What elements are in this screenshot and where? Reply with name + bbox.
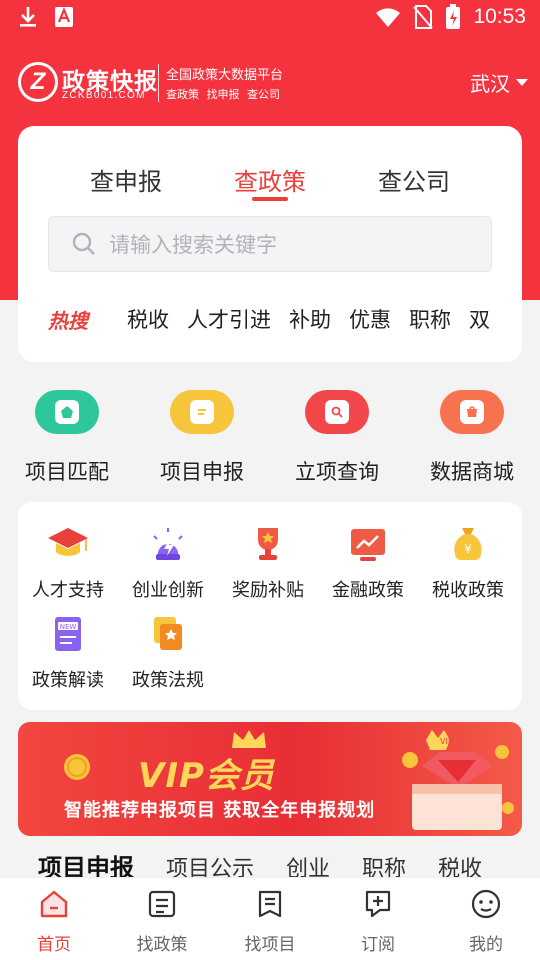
hot-term-title[interactable]: 职称 <box>409 304 451 334</box>
category-finance-policy[interactable]: 金融政策 <box>318 524 418 602</box>
crown-icon <box>232 730 266 748</box>
new-document-icon: NEW <box>55 617 81 651</box>
gift-box-icon: VIP <box>402 730 514 830</box>
category-label: 奖励补贴 <box>232 580 304 601</box>
hot-term-talent[interactable]: 人才引进 <box>187 304 271 334</box>
hot-term-double[interactable]: 双 <box>469 304 490 334</box>
quick-data-mall[interactable]: 数据商城 <box>418 390 526 486</box>
profile-icon <box>471 889 501 919</box>
hot-search-row: 热搜 税收 人才引进 补助 优惠 职称 双 <box>48 304 504 334</box>
category-policy-interpretation[interactable]: NEW 政策解读 <box>18 614 118 692</box>
quick-label: 立项查询 <box>295 460 379 484</box>
svg-text:¥: ¥ <box>464 542 472 556</box>
svg-text:NEW: NEW <box>60 623 77 631</box>
app-header: Z 政策快报 ZCKB001.COM 全国政策大数据平台 查政策 找申报 查公司… <box>18 58 528 108</box>
hot-term-subsidy[interactable]: 补助 <box>289 304 331 334</box>
category-tax-policy[interactable]: ¥ 税收政策 <box>418 524 518 602</box>
logo-divider <box>158 64 159 102</box>
logo-mark: Z <box>18 62 58 102</box>
city-selector[interactable]: 武汉 <box>470 68 528 97</box>
vip-banner[interactable]: VIP会员 智能推荐申报项目 获取全年申报规划 VIP <box>18 722 522 836</box>
platform-title: 全国政策大数据平台 <box>166 68 284 83</box>
category-label: 政策解读 <box>32 670 104 691</box>
download-icon <box>20 7 36 27</box>
category-label: 人才支持 <box>32 580 104 601</box>
quick-label: 项目匹配 <box>25 460 109 484</box>
nav-profile[interactable]: 我的 <box>432 888 540 955</box>
nav-label: 我的 <box>469 935 503 955</box>
search-card: 查申报 查政策 查公司 请输入搜索关键字 热搜 税收 人才引进 补助 优惠 职称… <box>18 126 522 362</box>
nav-label: 首页 <box>37 935 71 955</box>
finance-chart-icon <box>351 529 385 561</box>
nav-find-project[interactable]: 找项目 <box>216 888 324 955</box>
bottom-navigation: 首页 找政策 找项目 订阅 我的 <box>0 877 540 960</box>
category-label: 创业创新 <box>132 580 204 601</box>
banner-subtitle: 智能推荐申报项目 获取全年申报规划 <box>64 800 376 821</box>
search-placeholder: 请输入搜索关键字 <box>109 233 277 257</box>
nav-subscribe[interactable]: 订阅 <box>324 888 432 955</box>
trophy-icon <box>258 528 278 560</box>
quick-project-apply[interactable]: 项目申报 <box>148 390 256 486</box>
battery-charging-icon <box>446 4 461 29</box>
regulation-icon <box>154 617 182 650</box>
quick-project-match[interactable]: 项目匹配 <box>13 390 121 486</box>
project-apply-icon <box>170 390 234 434</box>
category-talent-support[interactable]: 人才支持 <box>18 524 118 602</box>
app-notification-icon <box>55 7 73 27</box>
logo-domain: ZCKB001.COM <box>62 90 146 101</box>
graduation-cap-icon <box>48 528 88 556</box>
chevron-down-icon <box>516 79 528 86</box>
status-time: 10:53 <box>473 5 526 28</box>
category-label: 政策法规 <box>132 670 204 691</box>
search-icon <box>72 232 95 255</box>
status-bar: 10:53 <box>0 0 540 38</box>
category-card: 人才支持 创业创新 奖励补贴 金融政策 ¥ 税收政策 NEW 政策解读 政策法规 <box>18 502 522 710</box>
hot-term-tax[interactable]: 税收 <box>127 304 169 334</box>
category-label: 税收政策 <box>432 580 504 601</box>
quick-label: 项目申报 <box>160 460 244 484</box>
svg-text:VIP: VIP <box>440 737 453 746</box>
project-query-icon <box>305 390 369 434</box>
nav-home[interactable]: 首页 <box>0 888 108 955</box>
search-input[interactable]: 请输入搜索关键字 <box>48 216 492 272</box>
banner-title: VIP会员 <box>138 756 275 796</box>
category-label: 金融政策 <box>332 580 404 601</box>
data-mall-icon <box>440 390 504 434</box>
nav-label: 订阅 <box>361 935 395 955</box>
no-sim-icon <box>413 5 434 29</box>
nav-find-policy[interactable]: 找政策 <box>108 888 216 955</box>
platform-tagline: 查政策 找申报 查公司 <box>166 88 280 101</box>
category-entrepreneurship[interactable]: 创业创新 <box>118 524 218 602</box>
project-match-icon <box>35 390 99 434</box>
project-icon <box>258 890 282 918</box>
coin-icon <box>64 754 90 780</box>
money-bag-icon: ¥ <box>454 528 482 560</box>
hot-search-label: 热搜 <box>48 308 88 333</box>
quick-label: 数据商城 <box>430 460 514 484</box>
tab-check-declaration[interactable]: 查申报 <box>90 162 162 197</box>
home-icon <box>40 890 68 918</box>
active-tab-indicator <box>252 197 288 201</box>
lightning-icon <box>153 528 183 560</box>
nav-label: 找政策 <box>136 935 188 955</box>
wifi-icon <box>376 8 401 27</box>
policy-icon <box>148 890 176 918</box>
hot-term-discount[interactable]: 优惠 <box>349 304 391 334</box>
quick-project-query[interactable]: 立项查询 <box>283 390 391 486</box>
tab-check-company[interactable]: 查公司 <box>378 162 450 197</box>
category-rewards-subsidies[interactable]: 奖励补贴 <box>218 524 318 602</box>
city-label: 武汉 <box>470 72 510 96</box>
category-policy-regulations[interactable]: 政策法规 <box>118 614 218 692</box>
nav-label: 找项目 <box>244 935 296 955</box>
subscribe-icon <box>365 890 391 918</box>
tab-check-policy[interactable]: 查政策 <box>234 162 306 197</box>
